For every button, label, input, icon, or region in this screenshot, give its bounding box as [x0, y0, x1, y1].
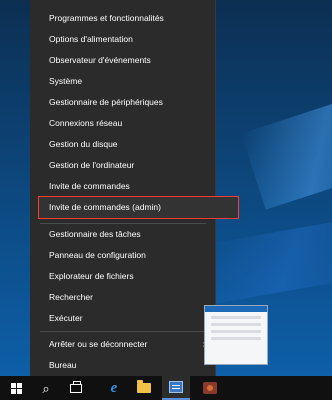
tool-app-icon — [203, 382, 217, 394]
menu-item-disk-management[interactable]: Gestion du disque — [30, 134, 216, 155]
window-thumbnail-preview[interactable] — [204, 305, 268, 365]
menu-item-label: Arrêter ou se déconnecter — [49, 339, 148, 349]
thumbnail-content-line — [211, 330, 261, 333]
menu-item-device-manager[interactable]: Gestionnaire de périphériques — [30, 92, 216, 113]
taskbar: ⌕ e — [0, 376, 332, 400]
internet-explorer-icon: e — [110, 379, 118, 396]
menu-item-search[interactable]: Rechercher — [30, 287, 216, 308]
menu-item-system[interactable]: Système — [30, 71, 216, 92]
menu-item-computer-management[interactable]: Gestion de l'ordinateur — [30, 155, 216, 176]
thumbnail-content-line — [211, 337, 261, 340]
menu-item-control-panel[interactable]: Panneau de configuration — [30, 245, 216, 266]
task-view-button[interactable] — [62, 376, 90, 400]
menu-item-shutdown-signout[interactable]: Arrêter ou se déconnecter › — [30, 334, 216, 355]
menu-item-command-prompt[interactable]: Invite de commandes — [30, 176, 216, 197]
menu-item-power-options[interactable]: Options d'alimentation — [30, 29, 216, 50]
wallpaper-light-beam — [206, 216, 332, 304]
menu-item-event-viewer[interactable]: Observateur d'événements — [30, 50, 216, 71]
taskbar-internet-explorer[interactable]: e — [100, 376, 128, 400]
file-explorer-icon — [137, 380, 151, 393]
search-icon: ⌕ — [42, 380, 50, 396]
menu-item-desktop[interactable]: Bureau — [30, 355, 216, 376]
thumbnail-titlebar — [205, 306, 267, 312]
thumbnail-content-line — [211, 323, 261, 326]
menu-item-network-connections[interactable]: Connexions réseau — [30, 113, 216, 134]
taskbar-server-manager[interactable] — [162, 376, 190, 400]
quick-link-menu: Programmes et fonctionnalités Options d'… — [30, 0, 239, 376]
taskbar-tool-app[interactable] — [196, 376, 224, 400]
taskbar-file-explorer[interactable] — [130, 376, 158, 400]
menu-item-run[interactable]: Exécuter — [30, 308, 216, 329]
wallpaper-light-beam — [241, 90, 332, 210]
task-view-icon — [70, 380, 82, 393]
menu-separator — [40, 331, 206, 332]
windows-start-icon — [10, 382, 22, 394]
menu-item-programs-features[interactable]: Programmes et fonctionnalités — [30, 8, 216, 29]
menu-item-file-explorer[interactable]: Explorateur de fichiers — [30, 266, 216, 287]
thumbnail-content-line — [211, 316, 261, 319]
start-button[interactable] — [2, 376, 30, 400]
menu-item-command-prompt-admin[interactable]: Invite de commandes (admin) — [38, 196, 239, 219]
search-button[interactable]: ⌕ — [32, 376, 60, 400]
menu-item-task-manager[interactable]: Gestionnaire des tâches — [30, 224, 216, 245]
server-manager-icon — [169, 381, 183, 393]
